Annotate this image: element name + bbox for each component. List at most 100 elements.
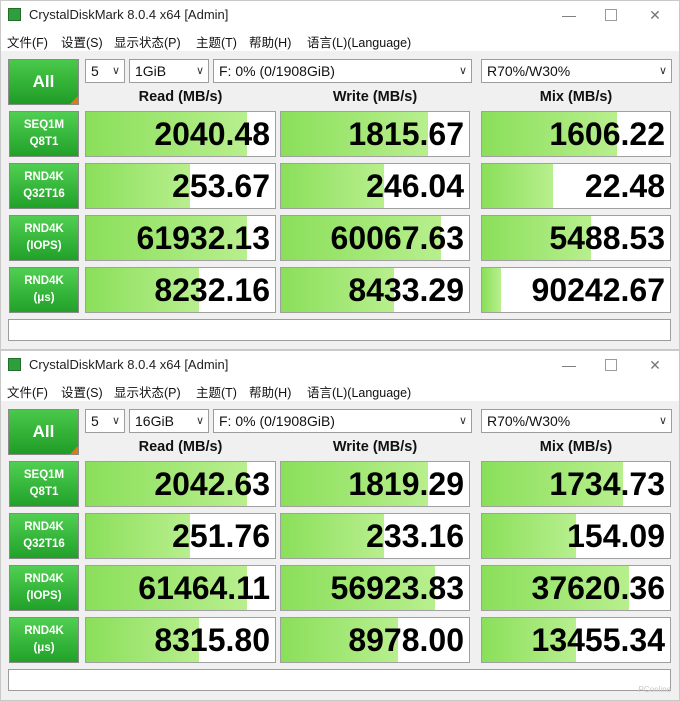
result-value: 1734.73	[549, 466, 665, 502]
test-button-1[interactable]: SEQ1M Q8T1	[9, 461, 79, 507]
comment-input[interactable]	[8, 669, 671, 691]
menu-item-1[interactable]: 设置(S)	[61, 382, 103, 401]
maximize-button[interactable]	[589, 1, 633, 29]
column-header-read: Read (MB/s)	[138, 89, 223, 105]
title-bar[interactable]: CrystalDiskMark 8.0.4 x64 [Admin] — ✕	[1, 1, 679, 29]
menu-item-3[interactable]: 主题(T)	[196, 382, 237, 401]
test-label-line1: RND4K	[24, 521, 64, 533]
menu-item-4[interactable]: 帮助(H)	[249, 382, 291, 401]
result-cell-mix: 1734.73	[481, 461, 671, 507]
result-value: 61932.13	[136, 220, 270, 256]
drive-select[interactable]: F: 0% (0/1908GiB) ∨	[213, 59, 472, 83]
chevron-down-icon: ∨	[658, 65, 667, 77]
result-cell-read: 2042.63	[85, 461, 276, 507]
result-value: 1606.22	[549, 116, 665, 152]
all-button[interactable]: All	[8, 59, 79, 105]
menu-item-5[interactable]: 语言(L)(Language)	[307, 382, 411, 401]
test-button-4[interactable]: RND4K (μs)	[9, 617, 79, 663]
menu-item-0[interactable]: 文件(F)	[7, 32, 48, 51]
app-icon	[8, 358, 21, 371]
crystaldiskmark-window-1: CrystalDiskMark 8.0.4 x64 [Admin] — ✕ 文件(F)…	[0, 0, 680, 350]
all-button[interactable]: All	[8, 409, 79, 455]
test-button-3[interactable]: RND4K (IOPS)	[9, 565, 79, 611]
test-count-select[interactable]: 5 ∨	[85, 409, 125, 433]
mix-mode-select[interactable]: R70%/W30% ∨	[481, 59, 672, 83]
result-cell-read: 8232.16	[85, 267, 276, 313]
result-value: 60067.63	[330, 220, 464, 256]
result-cell-mix: 154.09	[481, 513, 671, 559]
test-label-line1: RND4K	[24, 171, 64, 183]
chevron-down-icon: ∨	[111, 415, 120, 427]
result-value: 61464.11	[138, 570, 270, 606]
test-label-line1: RND4K	[24, 625, 64, 637]
result-cell-read: 61464.11	[85, 565, 276, 611]
test-button-1[interactable]: SEQ1M Q8T1	[9, 111, 79, 157]
test-button-2[interactable]: RND4K Q32T16	[9, 513, 79, 559]
result-cell-write: 233.16	[280, 513, 470, 559]
result-value: 13455.34	[531, 622, 665, 658]
test-button-2[interactable]: RND4K Q32T16	[9, 163, 79, 209]
chevron-down-icon: ∨	[458, 415, 467, 427]
menu-item-4[interactable]: 帮助(H)	[249, 32, 291, 51]
test-count-select[interactable]: 5 ∨	[85, 59, 125, 83]
test-size-select[interactable]: 16GiB ∨	[129, 409, 209, 433]
test-size-select[interactable]: 1GiB ∨	[129, 59, 209, 83]
result-value: 251.76	[172, 518, 270, 554]
result-value: 5488.53	[549, 220, 665, 256]
maximize-icon	[605, 359, 617, 371]
result-value: 56923.83	[330, 570, 464, 606]
test-button-4[interactable]: RND4K (μs)	[9, 267, 79, 313]
maximize-button[interactable]	[589, 351, 633, 379]
test-label-line1: RND4K	[24, 223, 64, 235]
result-value: 233.16	[366, 518, 464, 554]
menu-item-2[interactable]: 显示状态(P)	[114, 32, 181, 51]
result-cell-mix: 22.48	[481, 163, 671, 209]
close-button[interactable]: ✕	[633, 351, 677, 379]
result-cell-write: 8978.00	[280, 617, 470, 663]
all-button-label: All	[32, 72, 55, 91]
result-value: 8232.16	[154, 272, 270, 308]
menu-item-3[interactable]: 主题(T)	[196, 32, 237, 51]
result-value: 8978.00	[348, 622, 464, 658]
menu-bar: 文件(F) 设置(S) 显示状态(P) 主题(T) 帮助(H) 语言(L)(Languag…	[1, 379, 679, 401]
menu-item-2[interactable]: 显示状态(P)	[114, 382, 181, 401]
result-value: 37620.36	[531, 570, 665, 606]
test-label-line1: RND4K	[24, 573, 64, 585]
result-bar	[482, 164, 554, 208]
test-label-line2: (μs)	[33, 642, 55, 654]
title-bar[interactable]: CrystalDiskMark 8.0.4 x64 [Admin] — ✕	[1, 351, 679, 379]
drive-select[interactable]: F: 0% (0/1908GiB) ∨	[213, 409, 472, 433]
result-cell-mix: 13455.34	[481, 617, 671, 663]
result-value: 22.48	[584, 168, 665, 204]
minimize-button[interactable]: —	[547, 351, 591, 379]
crystaldiskmark-window-2: CrystalDiskMark 8.0.4 x64 [Admin] — ✕ 文件(F)…	[0, 350, 680, 701]
result-cell-write: 56923.83	[280, 565, 470, 611]
result-cell-read: 2040.48	[85, 111, 276, 157]
menu-item-0[interactable]: 文件(F)	[7, 382, 48, 401]
result-value: 2042.63	[154, 466, 270, 502]
close-button[interactable]: ✕	[633, 1, 677, 29]
comment-input[interactable]	[8, 319, 671, 341]
result-cell-mix: 90242.67	[481, 267, 671, 313]
result-cell-read: 253.67	[85, 163, 276, 209]
menu-item-1[interactable]: 设置(S)	[61, 32, 103, 51]
result-cell-mix: 1606.22	[481, 111, 671, 157]
menu-item-5[interactable]: 语言(L)(Language)	[307, 32, 411, 51]
result-cell-read: 251.76	[85, 513, 276, 559]
chevron-down-icon: ∨	[111, 65, 120, 77]
column-header-mix: Mix (MB/s)	[539, 89, 613, 105]
result-cell-mix: 37620.36	[481, 565, 671, 611]
mix-mode-select[interactable]: R70%/W30% ∨	[481, 409, 672, 433]
column-header-write: Write (MB/s)	[332, 89, 418, 105]
drive-value: F: 0% (0/1908GiB)	[219, 413, 335, 429]
minimize-button[interactable]: —	[547, 1, 591, 29]
result-cell-write: 8433.29	[280, 267, 470, 313]
result-value: 90242.67	[531, 272, 665, 308]
chevron-down-icon: ∨	[195, 415, 204, 427]
result-value: 1819.29	[348, 466, 464, 502]
result-cell-read: 61932.13	[85, 215, 276, 261]
test-count-value: 5	[91, 413, 99, 429]
test-button-3[interactable]: RND4K (IOPS)	[9, 215, 79, 261]
window-title: CrystalDiskMark 8.0.4 x64 [Admin]	[29, 357, 229, 372]
chevron-down-icon: ∨	[195, 65, 204, 77]
